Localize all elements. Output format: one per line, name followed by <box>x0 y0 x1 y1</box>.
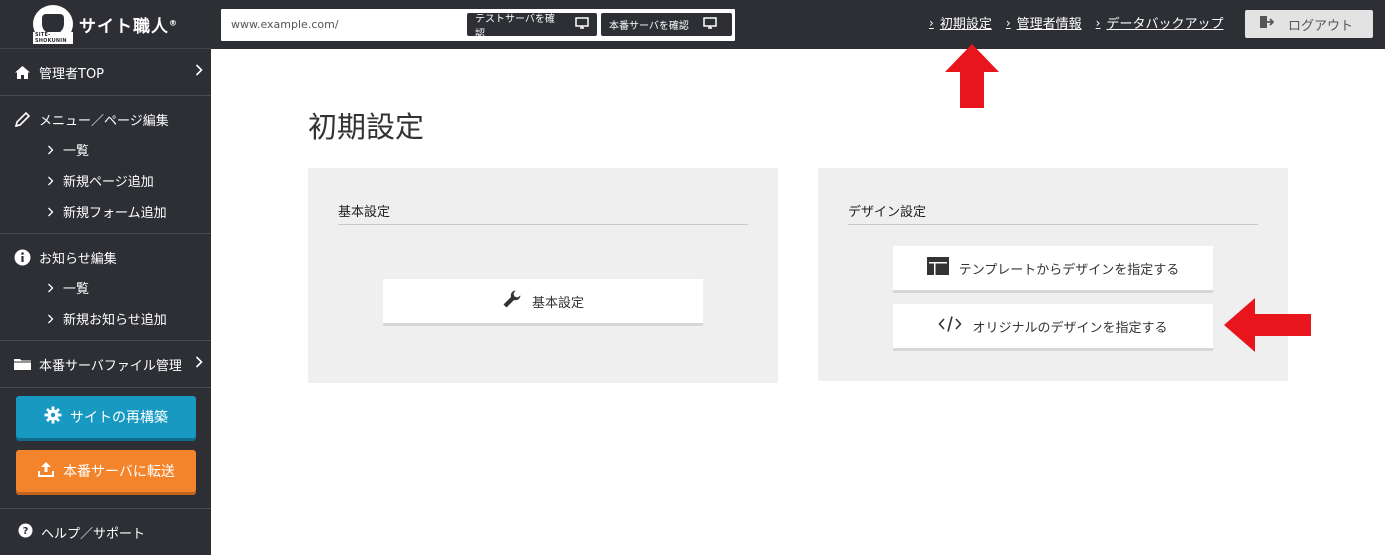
rebuild-site-button[interactable]: サイトの再構築 <box>16 396 196 438</box>
annotation-arrow-left-icon <box>1224 298 1312 356</box>
template-icon <box>926 257 949 279</box>
original-design-button[interactable]: オリジナルのデザインを指定する <box>893 304 1213 351</box>
wrench-icon <box>502 289 522 313</box>
sidebar-item-server-files[interactable]: 本番サーバファイル管理 <box>0 341 211 387</box>
sidebar-item-label: お知らせ編集 <box>39 251 117 267</box>
chevron-right-icon: › <box>929 15 934 30</box>
home-icon <box>13 64 32 80</box>
chevron-right-icon: › <box>1095 15 1101 30</box>
nav-section-menu-page: メニュー／ページ編集 一覧 新規ページ追加 新規フォーム追加 <box>0 96 211 234</box>
sidebar-subitem-new-page[interactable]: 新規ページ追加 <box>0 165 211 196</box>
logo[interactable]: SITE-SHOKUNIN サイト職人® <box>0 0 211 49</box>
panel-title: 基本設定 <box>338 205 391 220</box>
divider <box>338 224 748 225</box>
sidebar-subitem-new-news[interactable]: 新規お知らせ追加 <box>0 303 211 334</box>
gear-icon <box>44 406 62 428</box>
url-bar: www.example.com/ テストサーバを確認 本番サーバを確認 <box>221 9 735 41</box>
view-production-server-button[interactable]: 本番サーバを確認 <box>601 13 732 36</box>
chevron-right-icon <box>47 283 63 293</box>
sidebar-item-admin-top[interactable]: 管理者TOP <box>0 49 211 95</box>
folder-icon <box>13 356 32 372</box>
code-icon <box>938 315 963 337</box>
admin-info-link[interactable]: › 管理者情報 <box>1005 13 1082 33</box>
chevron-right-icon <box>47 176 63 186</box>
monitor-icon <box>575 17 589 32</box>
chevron-right-icon <box>47 314 63 324</box>
nav-section-news: お知らせ編集 一覧 新規お知らせ追加 <box>0 234 211 341</box>
view-test-server-button[interactable]: テストサーバを確認 <box>467 13 597 40</box>
panel-title: デザイン設定 <box>848 205 927 220</box>
monitor-icon <box>703 17 717 32</box>
page-title: 初期設定 <box>308 110 425 144</box>
initial-settings-link[interactable]: › 初期設定 <box>929 13 992 33</box>
template-design-button[interactable]: テンプレートからデザインを指定する <box>893 246 1213 293</box>
sidebar-item-menu-page[interactable]: メニュー／ページ編集 <box>0 96 211 142</box>
divider <box>848 224 1258 225</box>
data-backup-link[interactable]: › データバックアップ <box>1095 13 1224 33</box>
logout-button[interactable]: ログアウト <box>1245 10 1373 38</box>
logo-text: サイト職人® <box>79 16 178 37</box>
transfer-to-production-button[interactable]: 本番サーバに転送 <box>16 450 196 492</box>
site-url: www.example.com/ <box>231 18 339 31</box>
sidebar-item-label: メニュー／ページ編集 <box>39 113 169 129</box>
help-support-link[interactable]: ? ヘルプ／サポート <box>0 508 211 555</box>
top-bar: www.example.com/ テストサーバを確認 本番サーバを確認 › 初期設… <box>211 0 1385 49</box>
basic-settings-panel: 基本設定 基本設定 <box>308 168 778 383</box>
annotation-arrow-up-icon <box>944 44 1000 112</box>
sidebar-item-label: 管理者TOP <box>39 66 105 82</box>
sub-menu: 一覧 新規ページ追加 新規フォーム追加 <box>0 134 211 233</box>
logo-mark-icon: SITE-SHOKUNIN <box>33 5 73 44</box>
basic-settings-button[interactable]: 基本設定 <box>383 279 703 326</box>
sub-menu: 一覧 新規お知らせ追加 <box>0 272 211 340</box>
design-settings-panel: デザイン設定 テンプレートからデザインを指定する オリジナルのデザインを指定する <box>818 168 1288 381</box>
sidebar-item-news[interactable]: お知らせ編集 <box>0 234 211 280</box>
pencil-icon <box>13 111 32 127</box>
top-nav: › 初期設定 › 管理者情報 › データバックアップ <box>929 13 1224 33</box>
question-icon: ? <box>18 523 33 542</box>
sign-out-icon <box>1259 15 1275 33</box>
nav-section-server-files: 本番サーバファイル管理 <box>0 341 211 388</box>
chevron-right-icon: › <box>1005 15 1011 30</box>
upload-icon <box>37 460 55 482</box>
sidebar-item-label: 本番サーバファイル管理 <box>39 358 182 374</box>
info-icon <box>13 249 32 265</box>
chevron-right-icon <box>47 207 63 217</box>
sidebar: SITE-SHOKUNIN サイト職人® 管理者TOP メニュー／ページ編集 一… <box>0 0 211 555</box>
chevron-right-icon <box>195 64 203 80</box>
chevron-right-icon <box>47 145 63 155</box>
chevron-right-icon <box>195 356 203 372</box>
nav-section-admin-top: 管理者TOP <box>0 49 211 96</box>
svg-text:?: ? <box>23 526 29 537</box>
sidebar-subitem-new-form[interactable]: 新規フォーム追加 <box>0 196 211 227</box>
